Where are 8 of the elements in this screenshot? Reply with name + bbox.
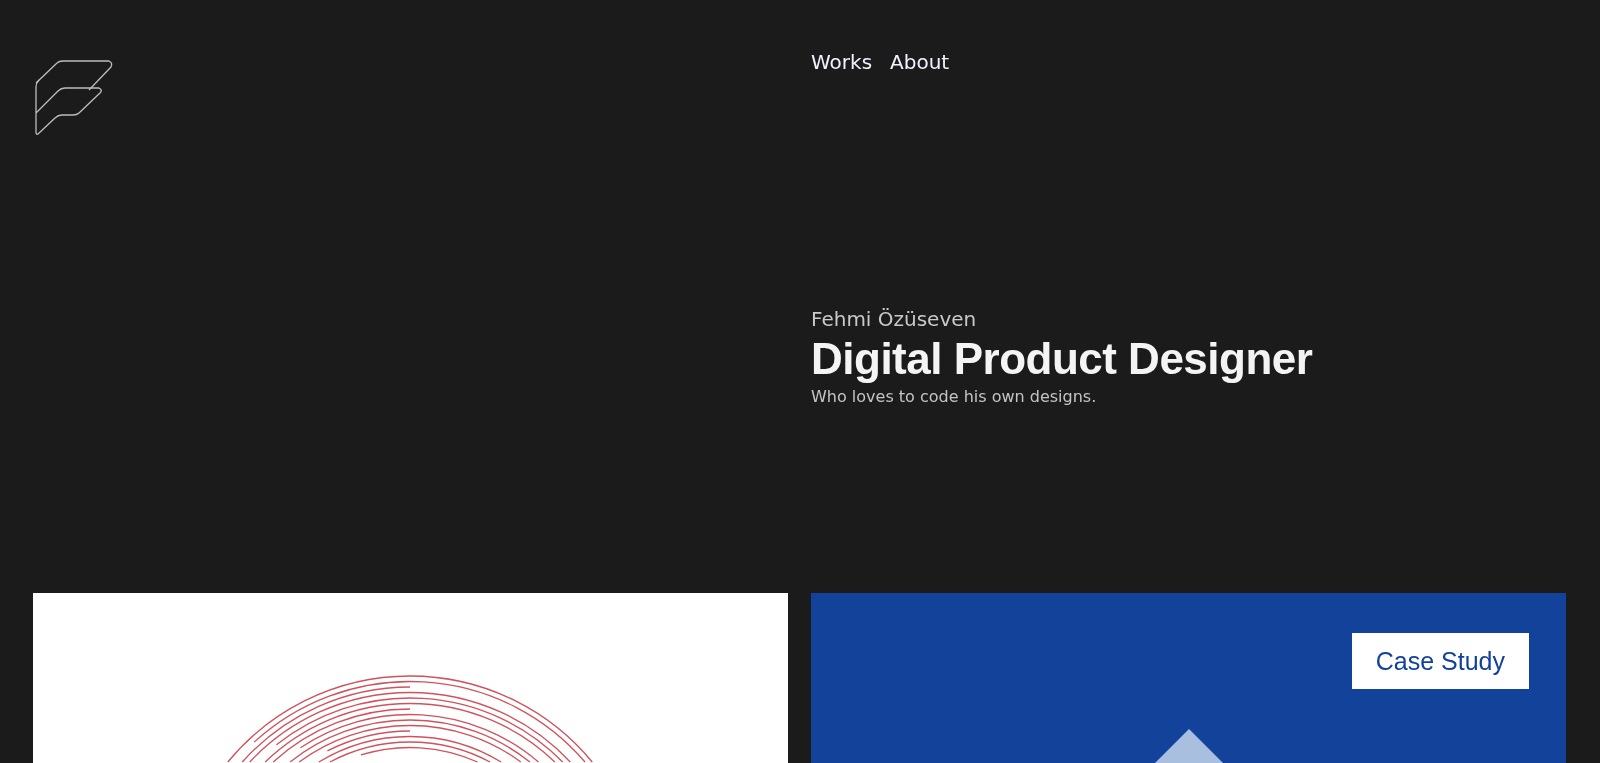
project-card[interactable]: Case Study [811, 593, 1566, 763]
hero-tagline: Who loves to code his own designs. [811, 386, 1098, 408]
nav-link[interactable]: Works [811, 50, 873, 74]
hero-heading: Digital Product Designer [811, 333, 1314, 385]
case-study-button[interactable]: Case Study [1351, 633, 1529, 689]
project-card[interactable] [33, 593, 788, 763]
designer-name: Fehmi Özüseven [811, 306, 978, 332]
nav-link[interactable]: About [890, 50, 950, 74]
